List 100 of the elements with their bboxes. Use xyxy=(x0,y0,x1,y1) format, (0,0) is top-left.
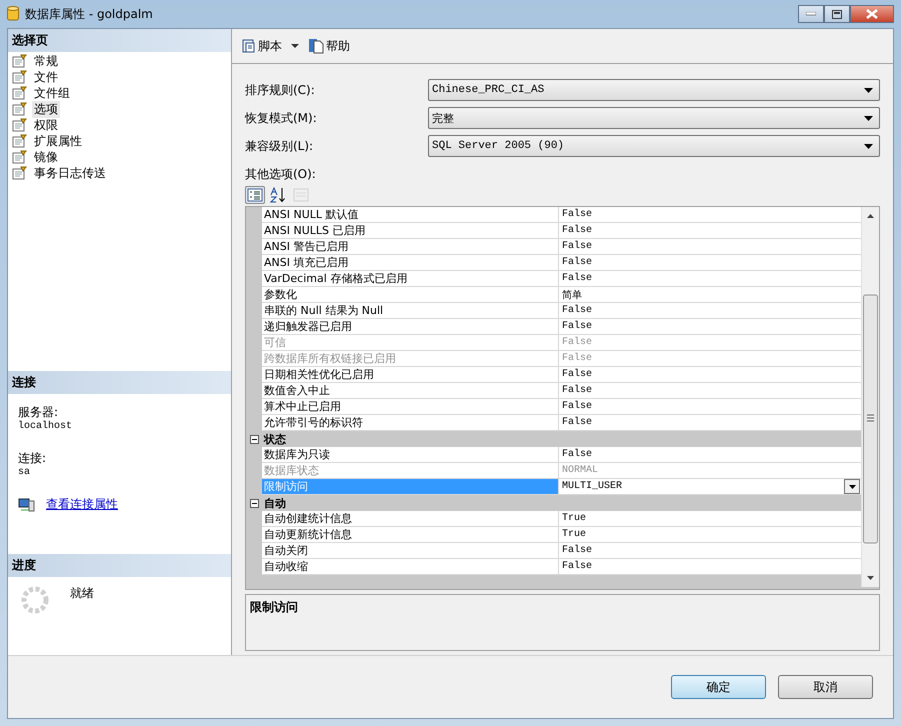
field-label: 兼容级别(L): xyxy=(245,138,314,154)
property-name[interactable]: 数值舍入中止 xyxy=(262,383,559,399)
maximize-button[interactable] xyxy=(824,5,850,23)
property-value: False xyxy=(559,207,861,223)
property-value: False xyxy=(559,543,861,559)
connection-properties-link[interactable]: 查看连接属性 xyxy=(46,496,118,513)
page-item[interactable]: 常规 xyxy=(32,52,60,70)
page-icon xyxy=(12,86,28,100)
maximize-icon xyxy=(832,10,842,18)
page-icon xyxy=(12,118,28,132)
page-item[interactable]: 镜像 xyxy=(32,148,60,166)
property-name[interactable]: 日期相关性优化已启用 xyxy=(262,367,559,383)
property-value: NORMAL xyxy=(559,463,861,479)
property-value: False xyxy=(559,271,861,287)
field-value: sa xyxy=(18,467,32,478)
alphabetical-view-button[interactable] xyxy=(268,186,288,204)
category-name: 自动 xyxy=(263,496,286,510)
dropdown-field[interactable]: SQL Server 2005 (90) xyxy=(428,135,880,157)
help-button[interactable]: 帮助 xyxy=(306,38,352,54)
page-icon xyxy=(12,70,28,84)
scroll-icon xyxy=(240,38,256,54)
minimize-button[interactable] xyxy=(798,5,824,23)
property-value: False xyxy=(559,351,861,367)
property-name[interactable]: 递归触发器已启用 xyxy=(262,319,559,335)
property-value: False xyxy=(559,415,861,431)
page-item[interactable]: 扩展属性 xyxy=(32,132,84,150)
property-name[interactable]: 自动关闭 xyxy=(262,543,559,559)
property-name[interactable]: ANSI NULL 默认值 xyxy=(262,207,559,223)
scrollbar[interactable] xyxy=(861,207,879,587)
page-item[interactable]: 选项 xyxy=(32,100,60,118)
collapse-icon[interactable] xyxy=(250,434,258,444)
spinner-icon xyxy=(20,585,50,615)
page-item[interactable]: 权限 xyxy=(32,116,60,134)
property-name[interactable]: ANSI 警告已启用 xyxy=(262,239,559,255)
page-icon xyxy=(12,134,28,148)
property-value: False xyxy=(559,255,861,271)
section-header: 连接 xyxy=(8,371,231,394)
dropdown-field[interactable]: 完整 xyxy=(428,107,880,129)
page-icon xyxy=(12,102,28,116)
script-button[interactable]: 脚本 xyxy=(238,38,284,54)
document-icon xyxy=(308,38,324,54)
categorized-icon xyxy=(247,188,263,202)
computer-icon xyxy=(18,496,36,512)
progress-status: 就绪 xyxy=(70,585,94,602)
property-pages-icon xyxy=(293,188,309,202)
property-name[interactable]: VarDecimal 存储格式已启用 xyxy=(262,271,559,287)
property-value: False xyxy=(559,559,861,575)
dropdown-button[interactable] xyxy=(844,479,860,494)
property-value: False xyxy=(559,223,861,239)
property-value: False xyxy=(559,239,861,255)
property-value: True xyxy=(559,527,861,543)
dialog-button[interactable]: 取消 xyxy=(778,675,873,699)
caret-icon xyxy=(864,144,873,148)
field-label: 连接: xyxy=(18,450,48,467)
property-value: False xyxy=(559,383,861,399)
property-value: False xyxy=(559,335,861,351)
dialog-button[interactable]: 确定 xyxy=(671,675,766,699)
window-title: 数据库属性 - goldpalm xyxy=(25,6,154,22)
property-name[interactable]: 自动收缩 xyxy=(262,559,559,575)
page-item[interactable]: 文件组 xyxy=(32,84,72,102)
field-label: 其他选项(O): xyxy=(245,166,317,183)
property-name[interactable]: ANSI NULLS 已启用 xyxy=(262,223,559,239)
section-header: 进度 xyxy=(8,554,231,577)
close-icon xyxy=(866,9,878,19)
collapse-icon[interactable] xyxy=(250,498,258,508)
property-name[interactable]: 自动创建统计信息 xyxy=(262,511,559,527)
description-title: 限制访问 xyxy=(250,600,298,614)
property-value: False xyxy=(559,303,861,319)
caret-icon xyxy=(848,484,856,488)
categorized-view-button[interactable] xyxy=(245,186,265,204)
page-icon xyxy=(12,54,28,68)
page-icon xyxy=(12,150,28,164)
property-value: False xyxy=(559,399,861,415)
page-item[interactable]: 文件 xyxy=(32,68,60,86)
property-value: False xyxy=(559,367,861,383)
property-name[interactable]: 数据库为只读 xyxy=(262,447,559,463)
property-name[interactable]: 串联的 Null 结果为 Null xyxy=(262,303,559,319)
field-value: localhost xyxy=(18,421,74,432)
property-name[interactable]: 自动更新统计信息 xyxy=(262,527,559,543)
property-value: 简单 xyxy=(559,287,861,303)
caret-icon xyxy=(864,88,873,92)
property-name[interactable]: ANSI 填充已启用 xyxy=(262,255,559,271)
caret-icon xyxy=(864,116,873,120)
property-value: True xyxy=(559,511,861,527)
property-value: False xyxy=(559,319,861,335)
page-icon xyxy=(12,166,28,180)
property-name[interactable]: 允许带引号的标识符 xyxy=(262,415,559,431)
field-label: 恢复模式(M): xyxy=(245,110,318,126)
sort-az-icon xyxy=(270,187,286,203)
dropdown-field[interactable]: Chinese_PRC_CI_AS xyxy=(428,79,880,101)
database-icon xyxy=(7,6,19,22)
section-header: 选择页 xyxy=(8,29,231,52)
property-value: False xyxy=(559,447,861,463)
category-name: 状态 xyxy=(262,432,286,446)
page-item[interactable]: 事务日志传送 xyxy=(32,164,108,182)
minimize-icon xyxy=(806,12,816,16)
close-button[interactable] xyxy=(850,5,894,23)
property-name[interactable]: 参数化 xyxy=(262,287,559,303)
field-label: 服务器: xyxy=(18,404,60,420)
property-name[interactable]: 算术中止已启用 xyxy=(262,399,559,415)
